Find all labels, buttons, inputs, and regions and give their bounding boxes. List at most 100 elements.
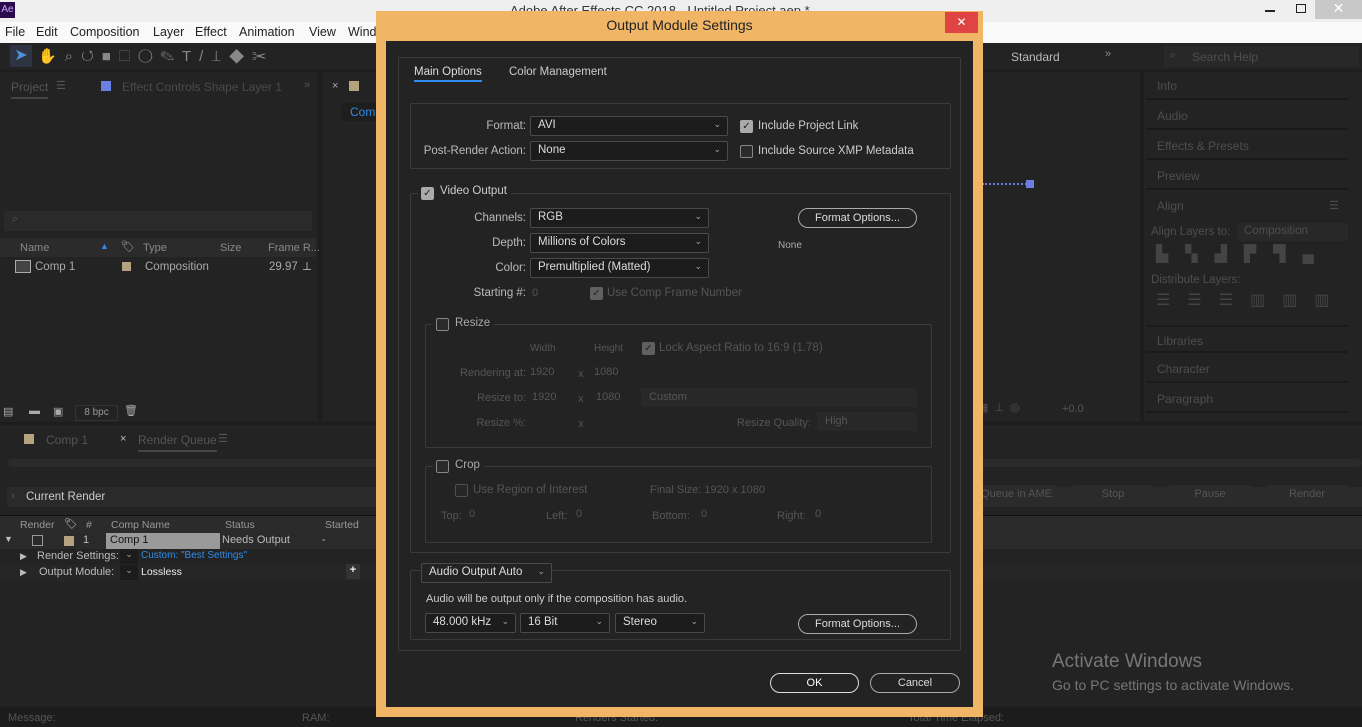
col-number[interactable]: #	[86, 519, 92, 531]
resize-height-input[interactable]: 1080	[596, 391, 620, 403]
starting-number-value[interactable]: 0	[532, 287, 538, 299]
format-select[interactable]: AVI ⌄	[530, 116, 728, 136]
panel-align[interactable]: Align	[1157, 199, 1184, 213]
ok-button[interactable]: OK	[770, 673, 859, 693]
panel-audio[interactable]: Audio	[1146, 102, 1348, 130]
new-composition-icon[interactable]: ▣	[53, 405, 63, 418]
menu-composition[interactable]: Composition	[70, 25, 139, 39]
output-module-value[interactable]: Lossless	[141, 566, 182, 578]
interpret-footage-icon[interactable]: ▤	[3, 405, 13, 418]
item-comp-name[interactable]: Comp 1	[106, 533, 220, 549]
color-select[interactable]: Premultiplied (Matted) ⌄	[530, 258, 709, 278]
panel-menu-icon[interactable]: ☰	[56, 79, 66, 92]
dialog-close-button[interactable]: ✕	[945, 12, 978, 33]
render-checkbox[interactable]	[32, 535, 43, 546]
maximize-button[interactable]	[1296, 4, 1306, 13]
resize-quality-select[interactable]: High	[817, 412, 917, 431]
panel-paragraph[interactable]: Paragraph	[1146, 385, 1348, 413]
crop-checkbox[interactable]	[433, 457, 452, 476]
sample-rate-select[interactable]: 48.000 kHz ⌄	[425, 613, 516, 633]
bit-depth-button[interactable]: 8 bpc	[75, 405, 118, 421]
panel-effects-presets[interactable]: Effects & Presets	[1146, 132, 1348, 160]
menu-effect[interactable]: Effect	[195, 25, 227, 39]
resize-checkbox[interactable]	[433, 315, 452, 334]
selection-tool-icon[interactable]: ➤	[10, 45, 32, 67]
flowchart-icon[interactable]: ⊥	[302, 259, 312, 273]
new-folder-icon[interactable]: ▬	[29, 405, 40, 417]
menu-layer[interactable]: Layer	[153, 25, 184, 39]
post-render-select[interactable]: None ⌄	[530, 141, 728, 161]
path-vertex[interactable]	[1026, 180, 1034, 188]
col-started[interactable]: Started	[325, 519, 359, 531]
tool-icons[interactable]: ✋⌕↺■⬚◯✎T/⊥◆✂	[38, 47, 275, 65]
include-xmp-checkbox[interactable]	[740, 145, 753, 158]
cancel-button[interactable]: Cancel	[870, 673, 960, 693]
expand-icon[interactable]: ▶	[20, 551, 27, 562]
queue-in-ame-button[interactable]: Queue in AME	[970, 485, 1063, 504]
render-button[interactable]: Render	[1261, 485, 1353, 504]
align-buttons[interactable]: ▙▚▟▛▜▄	[1156, 244, 1331, 264]
col-size[interactable]: Size	[220, 242, 241, 254]
stop-button[interactable]: Stop	[1067, 485, 1159, 504]
channels-select[interactable]: RGB ⌄	[530, 208, 709, 228]
panel-libraries[interactable]: Libraries	[1146, 325, 1348, 353]
menu-edit[interactable]: Edit	[36, 25, 58, 39]
align-to-select[interactable]: Composition	[1237, 223, 1348, 241]
chevron-down-icon[interactable]: ⌄	[120, 565, 138, 580]
close-window-button[interactable]: ✕	[1315, 0, 1362, 19]
collapse-icon[interactable]: ▼	[4, 534, 13, 544]
project-search-input[interactable]: ⌕	[4, 211, 312, 231]
chevron-down-icon[interactable]: ⌄	[120, 549, 138, 564]
tab-main-options[interactable]: Main Options	[414, 66, 482, 82]
panel-menu-icon[interactable]: ☰	[218, 432, 228, 445]
crop-bottom-value[interactable]: 0	[701, 508, 707, 520]
project-item-row[interactable]: Comp 1 Composition 29.97 ⊥	[0, 258, 316, 277]
col-name[interactable]: Name	[20, 242, 49, 254]
tab-color-management[interactable]: Color Management	[509, 66, 607, 78]
expand-icon[interactable]: ▶	[20, 567, 27, 578]
col-status[interactable]: Status	[225, 519, 255, 531]
col-comp-name[interactable]: Comp Name	[111, 519, 170, 531]
trash-icon[interactable]: 🗑	[124, 404, 138, 417]
use-comp-frame-checkbox[interactable]: ✓	[590, 287, 603, 300]
lock-aspect-checkbox[interactable]: ✓	[642, 342, 655, 355]
bit-depth-select[interactable]: 16 Bit ⌄	[520, 613, 610, 633]
resize-preset-select[interactable]: Custom	[641, 388, 917, 407]
crop-top-value[interactable]: 0	[469, 508, 475, 520]
render-settings-value[interactable]: Custom: "Best Settings"	[141, 550, 247, 561]
exposure-value[interactable]: +0.0	[1062, 403, 1084, 415]
label-swatch[interactable]	[122, 262, 131, 271]
panel-info[interactable]: Info	[1146, 72, 1348, 100]
menu-window[interactable]: Wind	[348, 25, 376, 39]
label-swatch[interactable]	[64, 536, 74, 546]
menu-view[interactable]: View	[309, 25, 336, 39]
crop-left-value[interactable]: 0	[576, 508, 582, 520]
resize-width-input[interactable]: 1920	[532, 391, 556, 403]
video-output-checkbox[interactable]: ✓	[418, 184, 437, 203]
workspace-standard[interactable]: Standard	[1011, 50, 1060, 64]
close-tab-icon[interactable]: ×	[332, 80, 338, 92]
close-tab-icon[interactable]: ×	[120, 433, 126, 445]
audio-channels-select[interactable]: Stereo ⌄	[615, 613, 705, 633]
col-frame-rate[interactable]: Frame R...	[268, 242, 320, 254]
minimize-button[interactable]	[1265, 10, 1275, 12]
use-roi-checkbox[interactable]	[455, 484, 468, 497]
sort-ascending-icon[interactable]: ▲	[100, 241, 109, 251]
menu-file[interactable]: File	[5, 25, 25, 39]
video-format-options-button[interactable]: Format Options...	[798, 208, 917, 228]
panel-character[interactable]: Character	[1146, 355, 1348, 383]
include-project-link-checkbox[interactable]: ✓	[740, 120, 753, 133]
tab-render-queue[interactable]: Render Queue	[138, 433, 217, 452]
crop-right-value[interactable]: 0	[815, 508, 821, 520]
pause-button[interactable]: Pause	[1164, 485, 1256, 504]
tab-effect-controls[interactable]: Effect Controls Shape Layer 1	[122, 80, 282, 94]
search-help-input[interactable]: ⌕ Search Help	[1164, 46, 1359, 67]
depth-select[interactable]: Millions of Colors ⌄	[530, 233, 709, 253]
distribute-buttons[interactable]: ☰☰☰▥▥▥	[1156, 290, 1346, 310]
comp-bottom-icons[interactable]: ▦⊥◎	[978, 401, 1026, 414]
tab-comp-1[interactable]: Comp 1	[46, 433, 88, 447]
audio-output-select[interactable]: Audio Output Auto ⌄	[421, 563, 552, 583]
menu-animation[interactable]: Animation	[239, 25, 295, 39]
col-render[interactable]: Render	[20, 519, 54, 531]
tab-project[interactable]: Project	[11, 80, 49, 99]
